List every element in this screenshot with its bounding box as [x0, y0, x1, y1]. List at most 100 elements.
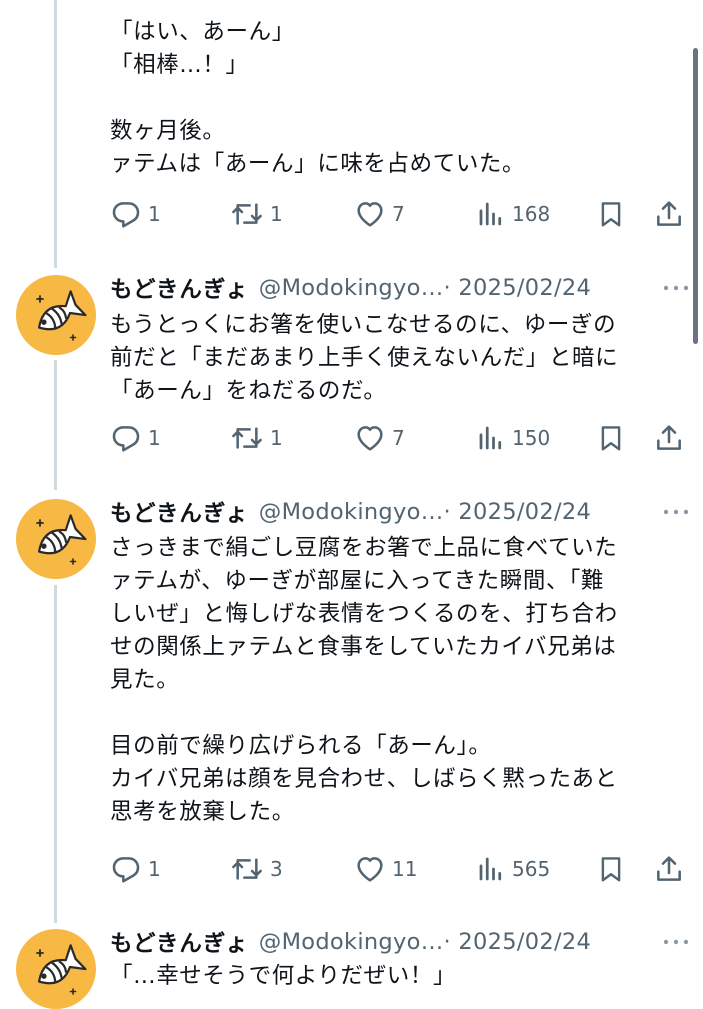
retweet-count: 1: [270, 426, 283, 450]
retweet-button[interactable]: 1: [230, 196, 283, 232]
tweet-actions: 1 3 11 565: [110, 851, 690, 887]
like-count: 11: [392, 857, 418, 881]
views-icon: [479, 426, 502, 450]
views-button[interactable]: 565: [476, 851, 550, 887]
display-name[interactable]: もどきんぎょ: [110, 272, 249, 304]
reply-icon: [112, 857, 140, 883]
tweet-text: 「…幸せそうで何よりだぜい！」: [110, 960, 675, 993]
reply-count: 1: [148, 426, 161, 450]
like-button[interactable]: 7: [354, 196, 405, 232]
retweet-count: 3: [270, 857, 283, 881]
views-count: 168: [512, 202, 551, 226]
views-count: 565: [512, 857, 551, 881]
views-button[interactable]: 168: [476, 196, 550, 232]
reply-button[interactable]: 1: [110, 851, 161, 887]
bookmark-button[interactable]: [596, 420, 626, 456]
tweet-text-line: もうとっくにお箸を使いこなせるのに、ゆーぎの: [110, 312, 617, 338]
tweet-text-line: 「あーん」をねだるのだ。: [110, 378, 387, 404]
share-icon: [657, 856, 681, 881]
tweet-header: もどきんぎょ @Modokingyo… · 2025/02/24: [110, 271, 691, 305]
like-count: 7: [392, 426, 405, 450]
tweet-date[interactable]: · 2025/02/24: [444, 499, 592, 525]
share-button[interactable]: [653, 420, 685, 456]
avatar[interactable]: [16, 929, 96, 1009]
thread-line: [54, 585, 57, 923]
views-icon: [479, 202, 502, 226]
retweet-button[interactable]: 1: [230, 420, 283, 456]
reply-icon: [112, 202, 140, 228]
more-button[interactable]: [661, 937, 691, 947]
retweet-button[interactable]: 3: [230, 851, 283, 887]
tweet-text-line: [110, 697, 675, 730]
tweet-text-line: 数ヶ月後。: [110, 118, 226, 144]
user-handle[interactable]: @Modokingyo…: [259, 275, 444, 301]
tweet-text-line: しいぜ」と悔しげな表情をつくるのを、打ち合わ: [110, 601, 618, 627]
retweet-icon: [232, 427, 262, 449]
views-icon: [479, 857, 502, 881]
retweet-icon: [232, 858, 262, 880]
bookmark-icon: [601, 426, 621, 451]
tweet-text-line: [110, 82, 675, 115]
views-button[interactable]: 150: [476, 420, 550, 456]
tweet-text-line: ァテムが、ゆーぎが部屋に入ってきた瞬間、「難: [110, 568, 605, 594]
retweet-icon: [232, 203, 262, 225]
tweet-text: さっきまで絹ごし豆腐をお箸で上品に食べていた ァテムが、ゆーぎが部屋に入ってきた…: [110, 532, 675, 829]
bookmark-button[interactable]: [596, 196, 626, 232]
tweet-header: もどきんぎょ @Modokingyo… · 2025/02/24: [110, 925, 691, 959]
bookmark-icon: [601, 857, 621, 882]
tweet-header: もどきんぎょ @Modokingyo… · 2025/02/24: [110, 495, 691, 529]
more-icon: [663, 939, 689, 945]
tweet-text-line: せの関係上ァテムと食事をしていたカイバ兄弟は: [110, 634, 617, 660]
avatar[interactable]: [16, 499, 96, 579]
reply-count: 1: [148, 857, 161, 881]
tweet-text-line: 前だと「まだあまり上手く使えないんだ」と暗に: [110, 345, 619, 371]
bookmark-button[interactable]: [596, 851, 626, 887]
avatar[interactable]: [16, 275, 96, 355]
scrollbar[interactable]: [693, 48, 698, 344]
like-button[interactable]: 11: [354, 851, 417, 887]
tweet-text-line: 「相棒…！」: [110, 52, 249, 78]
tweet-actions: 1 1 7 168: [110, 196, 690, 232]
like-button[interactable]: 7: [354, 420, 405, 456]
reply-icon: [112, 426, 140, 452]
tweet-text-line: 思考を放棄した。: [110, 799, 295, 825]
more-button[interactable]: [661, 507, 691, 517]
user-handle[interactable]: @Modokingyo…: [259, 499, 444, 525]
fish-avatar-icon: [36, 290, 87, 341]
bookmark-icon: [601, 202, 621, 227]
fish-avatar-icon: [36, 514, 87, 565]
thread-line: [54, 360, 57, 490]
tweet-text-line: 「はい、あーん」: [110, 19, 295, 45]
heart-icon: [357, 426, 383, 451]
heart-icon: [357, 857, 383, 882]
heart-icon: [357, 202, 383, 227]
tweet-text-line: 「…幸せそうで何よりだぜい！」: [110, 963, 457, 989]
user-handle[interactable]: @Modokingyo…: [259, 929, 444, 955]
views-count: 150: [512, 426, 551, 450]
tweet-text-line: カイバ兄弟は顔を見合わせ、しばらく黙ったあと: [110, 766, 618, 792]
share-button[interactable]: [653, 851, 685, 887]
tweet-date[interactable]: · 2025/02/24: [444, 929, 592, 955]
display-name[interactable]: もどきんぎょ: [110, 926, 249, 958]
share-button[interactable]: [653, 196, 685, 232]
tweet-text: 「はい、あーん」 「相棒…！」 数ヶ月後。 ァテムは「あーん」に味を占めていた。: [110, 16, 675, 181]
reply-button[interactable]: 1: [110, 420, 161, 456]
tweet-text-line: 見た。: [110, 667, 180, 693]
tweet-text-line: さっきまで絹ごし豆腐をお箸で上品に食べていた: [110, 535, 618, 561]
like-count: 7: [392, 202, 405, 226]
tweet-actions: 1 1 7 150: [110, 420, 690, 456]
tweet-text-line: 目の前で繰り広げられる「あーん」。: [110, 733, 492, 759]
share-icon: [657, 201, 681, 226]
tweet-date[interactable]: · 2025/02/24: [444, 275, 592, 301]
share-icon: [657, 425, 681, 450]
retweet-count: 1: [270, 202, 283, 226]
tweet-text: もうとっくにお箸を使いこなせるのに、ゆーぎの 前だと「まだあまり上手く使えないん…: [110, 309, 675, 408]
reply-count: 1: [148, 202, 161, 226]
more-button[interactable]: [661, 283, 691, 293]
tweet-text-line: ァテムは「あーん」に味を占めていた。: [110, 151, 526, 177]
reply-button[interactable]: 1: [110, 196, 161, 232]
display-name[interactable]: もどきんぎょ: [110, 496, 249, 528]
more-icon: [663, 509, 689, 515]
more-icon: [663, 285, 689, 291]
thread-line: [54, 0, 57, 268]
